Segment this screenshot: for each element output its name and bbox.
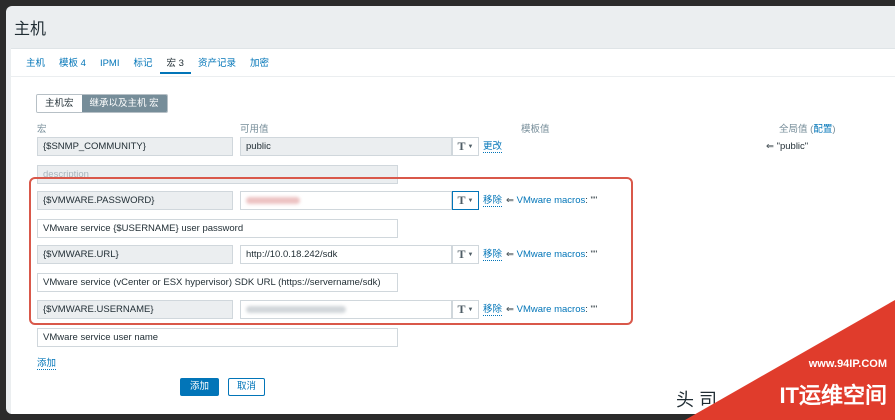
tab-macros[interactable]: 宏 3	[159, 56, 191, 74]
cancel-button[interactable]: 取消	[228, 378, 265, 396]
description-field-vmware-username[interactable]: VMware service user name	[37, 328, 398, 347]
macro-name-snmp-community: {$SNMP_COMMUNITY}	[37, 137, 233, 156]
configure-link[interactable]: 配置	[813, 124, 832, 135]
macro-scope-toggle: 主机宏 继承以及主机 宏	[36, 94, 168, 113]
header-global-label: 全局值	[779, 124, 808, 135]
value-type-button[interactable]: T ▼	[452, 137, 479, 156]
header-macro: 宏	[37, 124, 47, 135]
tab-bar: 主机 模板 4 IPMI 标记 宏 3 资产记录 加密	[19, 56, 276, 76]
watermark: www.94IP.COM IT运维空间	[685, 300, 895, 420]
tab-encryption[interactable]: 加密	[243, 56, 276, 74]
highlight-box	[29, 177, 633, 325]
header-effective-value: 可用值	[240, 124, 269, 135]
text-type-icon: T	[457, 139, 466, 153]
tab-host[interactable]: 主机	[19, 56, 52, 74]
tab-templates[interactable]: 模板 4	[52, 56, 93, 74]
header-template-value: 模板值	[521, 124, 550, 135]
add-macro-link[interactable]: 添加	[37, 358, 57, 370]
header-global-value: 全局值 (配置)	[779, 121, 836, 135]
header-paren-close: )	[832, 124, 836, 135]
page-title: 主机	[14, 21, 47, 38]
add-button[interactable]: 添加	[180, 378, 219, 396]
global-value-text: ⇐ "public"	[766, 141, 809, 152]
tab-inventory[interactable]: 资产记录	[191, 56, 243, 74]
chevron-down-icon: ▼	[467, 143, 474, 150]
watermark-url: www.94IP.COM	[808, 358, 887, 370]
change-link[interactable]: 更改	[483, 141, 503, 153]
watermark-text: IT运维空间	[779, 383, 887, 408]
tab-tags[interactable]: 标记	[126, 56, 159, 74]
tabs-divider	[11, 76, 895, 77]
host-macros-toggle[interactable]: 主机宏	[37, 95, 82, 112]
inherited-macros-toggle[interactable]: 继承以及主机 宏	[81, 95, 167, 112]
tab-ipmi[interactable]: IPMI	[93, 56, 127, 74]
macro-value-snmp-community: public	[240, 137, 452, 156]
